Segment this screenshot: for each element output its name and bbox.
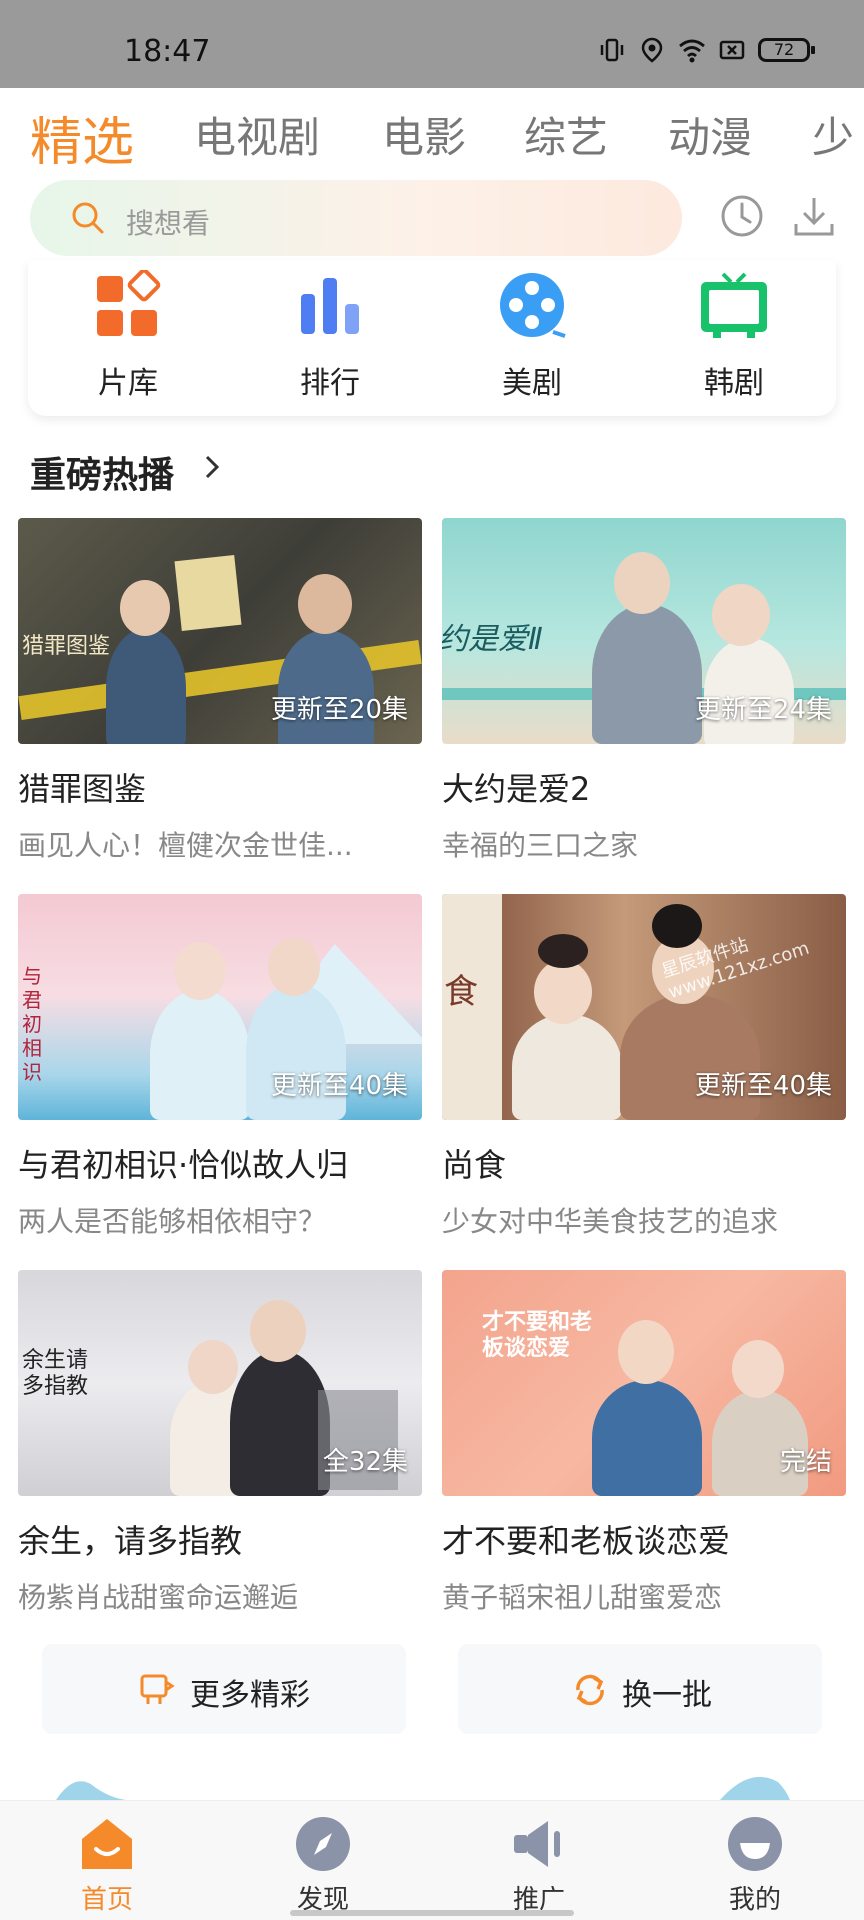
bottom-nav: 首页 发现 推广 我的: [0, 1800, 864, 1920]
top-tabs: 精选 电视剧 电影 综艺 动漫 少儿: [0, 88, 864, 223]
video-title[interactable]: 才不要和老板谈恋爱: [442, 1516, 846, 1562]
home-indicator[interactable]: [290, 1910, 574, 1916]
app-page: 18:47 72 精选 电视剧 电影 综艺 动漫 少 搜想看 片库 排行 美剧 …: [0, 0, 864, 1920]
status-time: 18:47: [124, 34, 211, 69]
poster-title: 猎罪图鉴: [22, 634, 111, 659]
poster-title: 与君初相识: [22, 964, 42, 1084]
tab-variety[interactable]: 综艺: [524, 104, 608, 165]
nav-home[interactable]: 首页: [52, 1815, 162, 1916]
category-label: 韩剧: [704, 366, 764, 401]
status-icons: 72: [598, 36, 815, 64]
refresh-button[interactable]: 换一批: [458, 1644, 822, 1734]
tab-movies[interactable]: 电影: [382, 104, 466, 165]
tab-anime[interactable]: 动漫: [668, 104, 752, 165]
category-card: 片库 排行 美剧 韩剧: [28, 260, 836, 416]
history-icon[interactable]: [718, 192, 766, 240]
video-subtitle: 两人是否能够相依相守？: [18, 1205, 327, 1238]
tab-featured[interactable]: 精选: [30, 100, 134, 175]
poster-title: 食: [444, 972, 478, 1012]
search-icon: [72, 202, 104, 234]
episode-badge: 全32集: [322, 1447, 408, 1477]
episode-badge: 完结: [779, 1447, 832, 1477]
more-button-label: 更多精彩: [190, 1678, 310, 1713]
video-title[interactable]: 与君初相识·恰似故人归: [18, 1140, 422, 1186]
video-card[interactable]: 与君初相识 更新至40集 与君初相识·恰似故人归 两人是否能够相依相守？: [18, 894, 422, 1240]
bar-chart-icon: [301, 278, 359, 334]
section-title[interactable]: 重磅热播: [30, 446, 174, 498]
episode-badge: 更新至20集: [270, 695, 408, 725]
video-subtitle: 幸福的三口之家: [442, 829, 639, 862]
episode-badge: 更新至40集: [270, 1071, 408, 1101]
video-thumbnail[interactable]: 食 星辰软件站 www.121xz.com 更新至40集: [442, 894, 846, 1120]
video-subtitle: 少女对中华美食技艺的追求: [442, 1205, 779, 1238]
category-label: 片库: [98, 366, 158, 401]
profile-icon: [728, 1817, 782, 1871]
video-title[interactable]: 猎罪图鉴: [18, 764, 422, 810]
partial-banner-art: [56, 1781, 126, 1800]
more-button[interactable]: 更多精彩: [42, 1644, 406, 1734]
video-card[interactable]: 才不要和老板谈恋爱 完结 才不要和老板谈恋爱 黄子韬宋祖儿甜蜜爱恋: [442, 1270, 846, 1616]
megaphone-icon: [514, 1821, 560, 1867]
category-library[interactable]: 片库: [68, 270, 188, 402]
monitor-arrow-icon: [140, 1674, 175, 1704]
nav-label: 我的: [728, 1885, 781, 1915]
search-input[interactable]: 搜想看: [30, 180, 682, 256]
video-subtitle: 黄子韬宋祖儿甜蜜爱恋: [442, 1581, 723, 1614]
category-korean-drama[interactable]: 韩剧: [674, 270, 794, 402]
poster-title: 才不要和老板谈恋爱: [482, 1310, 593, 1361]
compass-icon: [296, 1817, 350, 1871]
video-card[interactable]: 余生请多指教 全32集 余生，请多指教 杨紫肖战甜蜜命运邂逅: [18, 1270, 422, 1616]
refresh-icon: [576, 1674, 604, 1706]
video-thumbnail[interactable]: 猎罪图鉴 更新至20集: [18, 518, 422, 744]
video-title[interactable]: 余生，请多指教: [18, 1516, 422, 1562]
nav-profile[interactable]: 我的: [700, 1815, 810, 1916]
grid-icon: [97, 270, 161, 336]
battery-icon: 72: [758, 38, 815, 62]
search-placeholder: 搜想看: [126, 207, 211, 240]
location-icon: [641, 37, 663, 63]
video-title[interactable]: 大约是爱2: [442, 764, 846, 810]
video-card[interactable]: 食 星辰软件站 www.121xz.com 更新至40集 尚食 少女对中华美食技…: [442, 894, 846, 1240]
nav-label: 首页: [80, 1885, 133, 1915]
no-sim-icon: [719, 40, 745, 60]
film-reel-icon: [500, 273, 566, 338]
video-thumbnail[interactable]: 才不要和老板谈恋爱 完结: [442, 1270, 846, 1496]
video-thumbnail[interactable]: 余生请多指教 全32集: [18, 1270, 422, 1496]
tab-tv-series[interactable]: 电视剧: [194, 104, 320, 165]
video-thumbnail[interactable]: 与君初相识 更新至40集: [18, 894, 422, 1120]
nav-promote[interactable]: 推广: [484, 1815, 594, 1916]
refresh-button-label: 换一批: [622, 1678, 712, 1713]
chevron-right-icon[interactable]: [202, 452, 222, 482]
wifi-icon: [679, 39, 705, 63]
tv-icon: [701, 272, 767, 338]
episode-badge: 更新至24集: [694, 695, 832, 725]
video-card[interactable]: 猎罪图鉴 更新至20集 猎罪图鉴 画见人心！檀健次金世佳...: [18, 518, 422, 864]
poster-title: 约是爱Ⅱ: [442, 622, 543, 657]
category-label: 排行: [300, 366, 360, 401]
video-thumbnail[interactable]: 约是爱Ⅱ 更新至24集: [442, 518, 846, 744]
category-label: 美剧: [502, 366, 562, 401]
status-bar: 18:47 72: [0, 0, 864, 88]
episode-badge: 更新至40集: [694, 1071, 832, 1101]
category-us-drama[interactable]: 美剧: [472, 270, 592, 402]
video-title[interactable]: 尚食: [442, 1140, 846, 1186]
video-subtitle: 杨紫肖战甜蜜命运邂逅: [18, 1581, 299, 1614]
vibrate-icon: [600, 38, 624, 62]
nav-discover[interactable]: 发现: [268, 1815, 378, 1916]
search-row: 搜想看: [0, 178, 864, 270]
video-card[interactable]: 约是爱Ⅱ 更新至24集 大约是爱2 幸福的三口之家: [442, 518, 846, 864]
category-ranking[interactable]: 排行: [270, 270, 390, 402]
partial-banner-art: [720, 1776, 790, 1800]
poster-title: 余生请多指教: [22, 1348, 89, 1399]
video-subtitle: 画见人心！檀健次金世佳...: [18, 829, 353, 862]
home-icon: [82, 1819, 132, 1869]
download-icon[interactable]: [790, 192, 838, 240]
